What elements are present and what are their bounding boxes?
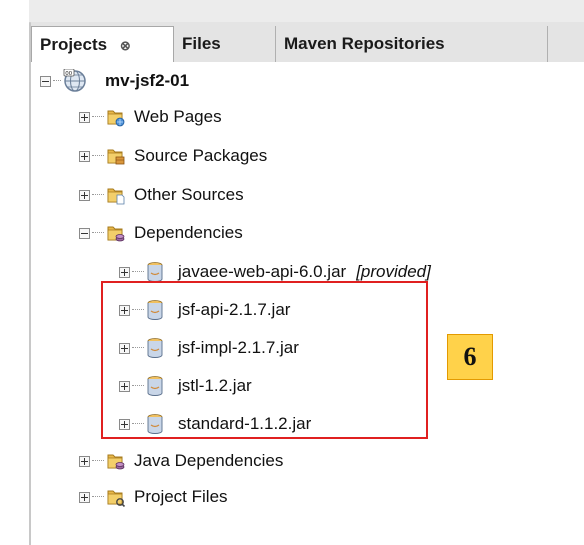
tree-node-label: Java Dependencies: [134, 451, 284, 470]
tree-node-dependencies[interactable]: Dependencies: [79, 218, 243, 248]
tree-node-project[interactable]: 00 mv-jsf2-01: [40, 66, 189, 96]
tab-projects[interactable]: Projects ⊗: [31, 26, 174, 63]
tree-node-other-sources[interactable]: Other Sources: [79, 180, 244, 210]
tree-connector: [92, 116, 104, 118]
close-icon[interactable]: ⊗: [120, 38, 131, 53]
other-sources-folder-icon: [106, 185, 126, 205]
collapse-toggle-icon[interactable]: [40, 75, 51, 87]
tree-connector: [92, 460, 104, 462]
tab-bar: Projects ⊗ Files Maven Repositories: [31, 22, 584, 63]
tab-maven-repositories-label: Maven Repositories: [284, 34, 445, 53]
tree-node-web-pages[interactable]: Web Pages: [79, 102, 222, 132]
highlight-box: [101, 281, 428, 439]
expand-toggle-icon[interactable]: [79, 455, 90, 467]
tree-node-label: Project Files: [134, 487, 228, 506]
tree-node-label: Other Sources: [134, 185, 244, 204]
jar-icon: [146, 261, 164, 283]
tree-node-label: Dependencies: [134, 223, 243, 242]
tree-connector: [92, 194, 104, 196]
tab-projects-label: Projects: [40, 35, 108, 54]
step-number-badge: 6: [447, 334, 493, 380]
svg-text:00: 00: [65, 71, 72, 77]
expand-toggle-icon[interactable]: [79, 491, 90, 503]
project-files-folder-icon: [106, 487, 126, 507]
dependencies-folder-icon: [106, 223, 126, 243]
web-pages-folder-icon: [106, 107, 126, 127]
expand-toggle-icon[interactable]: [79, 150, 90, 162]
tree-node-java-dependencies[interactable]: Java Dependencies: [79, 446, 283, 476]
project-name-label: mv-jsf2-01: [105, 71, 190, 90]
tree-connector: [92, 155, 104, 157]
expand-toggle-icon[interactable]: [79, 111, 90, 123]
collapse-toggle-icon[interactable]: [79, 227, 90, 239]
provided-scope-hint: [provided]: [356, 262, 431, 281]
tree-node-source-packages[interactable]: Source Packages: [79, 141, 267, 171]
window-top-strip: [29, 0, 584, 23]
tree-node-project-files[interactable]: Project Files: [79, 482, 228, 512]
tree-connector: [132, 271, 144, 273]
source-packages-folder-icon: [106, 146, 126, 166]
tree-connector: [92, 496, 104, 498]
expand-toggle-icon[interactable]: [79, 189, 90, 201]
tree-connector: [92, 232, 104, 234]
tab-files[interactable]: Files: [174, 26, 276, 62]
tab-maven-repositories[interactable]: Maven Repositories: [276, 26, 548, 62]
tree-node-label: Web Pages: [134, 107, 222, 126]
tree-node-label: Source Packages: [134, 146, 268, 165]
tree-node-label: javaee-web-api-6.0.jar: [178, 262, 347, 281]
tree-connector: [53, 80, 61, 82]
expand-toggle-icon[interactable]: [119, 266, 130, 278]
tab-files-label: Files: [182, 34, 221, 53]
maven-project-icon: 00: [63, 69, 89, 93]
java-dependencies-folder-icon: [106, 451, 126, 471]
